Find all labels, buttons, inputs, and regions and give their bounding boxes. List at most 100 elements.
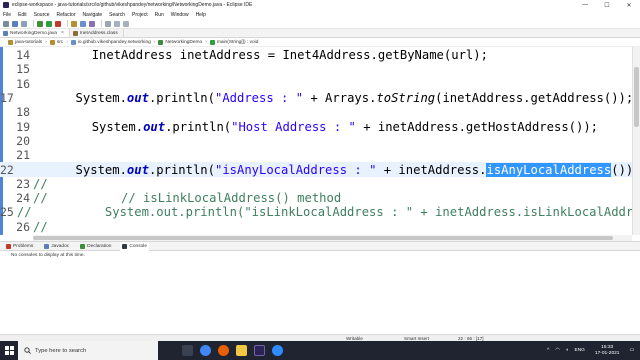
- eclipse-taskbar-icon[interactable]: [254, 345, 265, 356]
- save-icon[interactable]: [12, 20, 18, 27]
- file-explorer-icon[interactable]: [236, 345, 247, 356]
- scrollbar-thumb[interactable]: [33, 236, 613, 240]
- menu-navigate[interactable]: Navigate: [82, 12, 102, 18]
- firefox-icon[interactable]: [218, 345, 229, 356]
- menu-run[interactable]: Run: [155, 12, 164, 18]
- toolbar-divider: [33, 20, 34, 27]
- tab-console[interactable]: Console: [120, 241, 150, 251]
- tab-problems[interactable]: Problems: [4, 242, 35, 251]
- breadcrumb-package[interactable]: io.github.vikeshpandey.networking ›: [70, 39, 155, 45]
- forward-icon[interactable]: [123, 20, 129, 27]
- taskbar-search-box[interactable]: Type here to search: [18, 341, 158, 360]
- menu-file[interactable]: File: [3, 12, 11, 18]
- editor-vertical-scrollbar[interactable]: [632, 47, 640, 235]
- problems-icon: [6, 243, 11, 249]
- code-line: 20: [0, 134, 632, 148]
- javadoc-icon: [44, 243, 50, 249]
- code-token-field: out: [126, 91, 149, 106]
- breadcrumb-label: src: [56, 39, 64, 45]
- editor-tabs: NetworkingDemo.java × InetAddress.class: [0, 29, 640, 38]
- search-icon[interactable]: [105, 20, 111, 27]
- new-package-icon[interactable]: [80, 20, 86, 27]
- title-bar: eclipse-workspace - java-tutorials/src/i…: [0, 0, 640, 10]
- tab-declaration[interactable]: Declaration: [78, 242, 113, 251]
- line-number: 18: [16, 105, 30, 120]
- windows-start-button[interactable]: [0, 341, 18, 360]
- line-number: 19: [16, 119, 30, 134]
- debug-icon[interactable]: [37, 20, 43, 27]
- code-token-method: toString: [376, 91, 436, 106]
- line-number: 20: [16, 133, 30, 148]
- tab-javadoc[interactable]: Javadoc: [42, 242, 71, 251]
- code-line: 26 //: [0, 220, 632, 234]
- breadcrumb-project[interactable]: java-tutorials ›: [8, 39, 47, 45]
- minimize-button[interactable]: —: [574, 0, 596, 10]
- status-bar: Writable Smart Insert 22 : 66 : [17]: [0, 334, 640, 341]
- breadcrumb: java-tutorials › src › io.github.vikeshpan…: [0, 38, 640, 47]
- maximize-button[interactable]: ☐: [596, 0, 618, 10]
- taskbar-clock[interactable]: 15:33 17-01-2021: [595, 345, 620, 357]
- code-token: + inetAddress.getHostAddress());: [355, 119, 599, 134]
- class-file-icon: [72, 30, 78, 36]
- tab-label: NetworkingDemo.java: [10, 30, 57, 36]
- scrollbar-thumb[interactable]: [634, 67, 639, 127]
- search-placeholder: Type here to search: [35, 347, 87, 354]
- method-icon: [209, 39, 215, 45]
- line-number: 24: [16, 191, 30, 206]
- close-button[interactable]: ✕: [618, 0, 640, 10]
- new-icon[interactable]: [3, 20, 9, 27]
- code-token-string: "Host Address : ": [231, 119, 356, 134]
- tab-inetaddress-class[interactable]: InetAddress.class: [70, 29, 124, 37]
- language-indicator[interactable]: ENG: [575, 348, 585, 353]
- main-toolbar: [0, 19, 640, 29]
- code-line-current: 22 System.out.println("isAnyLocalAddress…: [0, 162, 632, 177]
- status-insert-mode: Smart Insert: [404, 335, 430, 341]
- menu-window[interactable]: Window: [171, 12, 189, 18]
- console-icon: [122, 243, 128, 249]
- menu-project[interactable]: Project: [132, 12, 148, 18]
- code-token-field: out: [126, 162, 149, 177]
- windows-logo-icon: [4, 346, 14, 355]
- breadcrumb-method[interactable]: main(String[]) : void: [209, 39, 258, 45]
- back-icon[interactable]: [114, 20, 120, 27]
- network-icon[interactable]: ◠: [555, 348, 559, 353]
- code-editor[interactable]: 14 InetAddress inetAddress = Inet4Addres…: [0, 47, 632, 235]
- show-hidden-icons-icon[interactable]: ^: [547, 348, 549, 353]
- menu-edit[interactable]: Edit: [18, 12, 27, 18]
- menu-search[interactable]: Search: [109, 12, 125, 18]
- new-class-icon[interactable]: [89, 20, 95, 27]
- code-comment: //: [33, 219, 48, 234]
- tab-networkingdemo-java[interactable]: NetworkingDemo.java ×: [0, 29, 70, 37]
- zoom-icon[interactable]: [272, 345, 283, 356]
- menu-refactor[interactable]: Refactor: [57, 12, 76, 18]
- line-number: 15: [16, 62, 30, 77]
- line-number: 22: [0, 162, 14, 177]
- package-icon: [70, 39, 76, 45]
- selected-text[interactable]: isAnyLocalAddress: [486, 162, 612, 177]
- code-text: InetAddress inetAddress = Inet4Address.g…: [33, 48, 488, 63]
- tab-label: Problems: [13, 243, 34, 249]
- notifications-icon[interactable]: ▭: [629, 348, 634, 353]
- chrome-icon[interactable]: [200, 345, 211, 356]
- code-token: System.: [33, 119, 144, 134]
- code-token: + Arrays.: [303, 91, 377, 106]
- breadcrumb-class[interactable]: NetworkingDemo ›: [158, 39, 207, 45]
- external-tools-icon[interactable]: [55, 20, 61, 27]
- line-number: 26: [16, 219, 30, 234]
- code-line: 16: [0, 77, 632, 91]
- code-line: 21: [0, 148, 632, 162]
- breadcrumb-src[interactable]: src ›: [49, 39, 68, 45]
- code-token: .println(: [148, 162, 215, 177]
- run-icon[interactable]: [46, 20, 52, 27]
- menu-source[interactable]: Source: [34, 12, 50, 18]
- task-view-icon[interactable]: [182, 345, 193, 356]
- source-folder-icon: [49, 39, 55, 45]
- close-tab-icon[interactable]: ×: [61, 30, 64, 36]
- volume-icon[interactable]: ◖: [566, 348, 569, 353]
- class-icon: [158, 39, 164, 45]
- save-all-icon[interactable]: [21, 20, 27, 27]
- new-java-project-icon[interactable]: [71, 20, 77, 27]
- code-line: 24 // // isLinkLocalAddress() method: [0, 191, 632, 205]
- menu-help[interactable]: Help: [196, 12, 206, 18]
- declaration-icon: [80, 243, 86, 249]
